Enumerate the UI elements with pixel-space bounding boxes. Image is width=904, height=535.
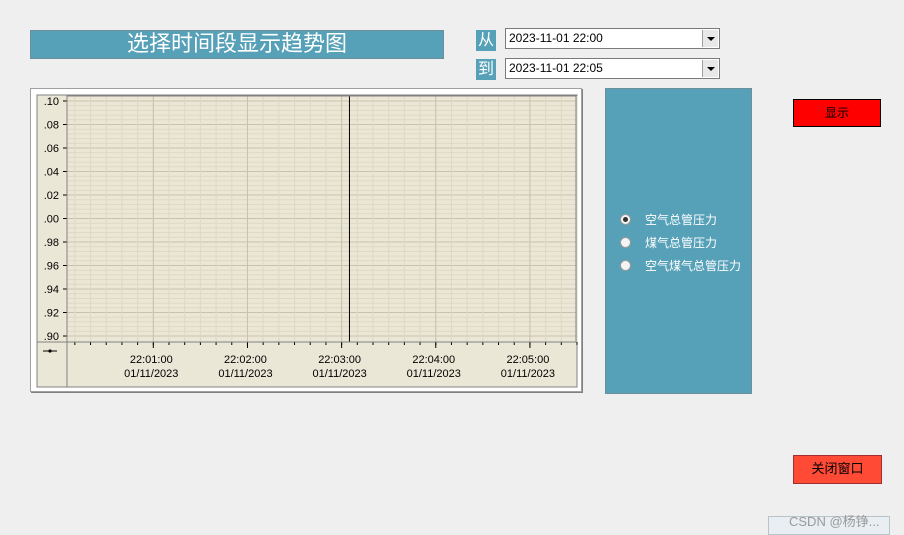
y-tick-label: .00 — [44, 214, 59, 226]
x-tick-time-label: 22:05:00 — [507, 354, 550, 366]
x-tick-time-label: 22:01:00 — [130, 354, 173, 366]
y-tick-label: .10 — [44, 96, 59, 108]
to-datetime-select[interactable]: 2023-11-01 22:05 — [505, 58, 720, 79]
y-tick-label: .08 — [44, 120, 59, 132]
watermark: CSDN @杨铮... — [789, 514, 880, 529]
radio-air-main-pressure[interactable]: 空气总管压力 — [620, 210, 717, 228]
y-tick-label: .98 — [44, 237, 59, 249]
y-tick-label: .04 — [44, 167, 59, 179]
radio-button-icon[interactable] — [620, 213, 631, 225]
from-datetime-value: 2023-11-01 22:00 — [509, 31, 603, 45]
radio-gas-main-pressure[interactable]: 煤气总管压力 — [620, 233, 717, 251]
x-tick-date-label: 01/11/2023 — [312, 368, 366, 380]
radio-label: 空气总管压力 — [645, 212, 718, 227]
to-datetime-value: 2023-11-01 22:05 — [509, 61, 603, 75]
axis-marker-dot — [48, 349, 52, 353]
radio-label: 空气煤气总管压力 — [645, 258, 742, 273]
x-tick-time-label: 22:02:00 — [224, 354, 267, 366]
chevron-down-icon[interactable] — [702, 30, 718, 47]
close-window-button[interactable]: 关闭窗口 — [793, 455, 882, 484]
trend-chart-svg: .10 .08 .06 .04 .02 .00 .98 .96 .94 .92 .90 22:01:0… — [36, 94, 578, 388]
x-tick-date-label: 01/11/2023 — [407, 368, 461, 380]
page-title: 选择时间段显示趋势图 — [30, 30, 444, 59]
show-button[interactable]: 显示 — [793, 99, 881, 127]
radio-button-icon[interactable] — [620, 259, 631, 271]
trend-chart[interactable]: .10 .08 .06 .04 .02 .00 .98 .96 .94 .92 .90 22:01:0… — [30, 88, 582, 392]
from-datetime-select[interactable]: 2023-11-01 22:00 — [505, 28, 720, 49]
x-tick-date-label: 01/11/2023 — [124, 368, 178, 380]
y-tick-label: .96 — [44, 261, 59, 273]
chevron-down-icon[interactable] — [702, 60, 718, 77]
x-tick-time-label: 22:03:00 — [318, 354, 361, 366]
y-tick-label: .92 — [44, 308, 59, 320]
y-tick-label: .06 — [44, 143, 59, 155]
y-tick-label: .02 — [44, 190, 59, 202]
radio-air-gas-main-pressure[interactable]: 空气煤气总管压力 — [620, 256, 741, 274]
radio-button-icon[interactable] — [620, 236, 631, 248]
signal-selector-panel: 空气总管压力 煤气总管压力 空气煤气总管压力 — [605, 88, 752, 394]
to-label: 到 — [476, 59, 496, 80]
y-tick-label: .94 — [44, 284, 59, 296]
from-label: 从 — [476, 30, 496, 51]
x-tick-date-label: 01/11/2023 — [501, 368, 555, 380]
x-tick-time-label: 22:04:00 — [412, 354, 455, 366]
y-tick-label: .90 — [44, 331, 59, 343]
x-tick-date-label: 01/11/2023 — [218, 368, 272, 380]
radio-label: 煤气总管压力 — [645, 235, 718, 250]
